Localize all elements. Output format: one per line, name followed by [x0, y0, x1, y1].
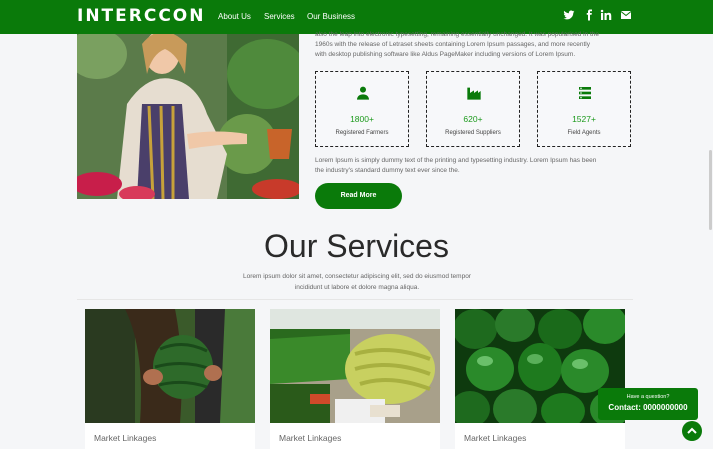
about-line: with desktop publishing software like Al…: [315, 51, 576, 58]
about-paragraph-top: also the leap into electronic typesettin…: [315, 30, 635, 60]
service-card-label: Market Linkages: [464, 433, 527, 443]
brand-logo[interactable]: INTERCCON: [77, 6, 205, 26]
nav-about-us[interactable]: About Us: [218, 12, 251, 21]
about-line: also the leap into electronic typesettin…: [315, 31, 600, 38]
stat-box-suppliers: 620+ Registered Suppliers: [426, 71, 520, 147]
twitter-icon[interactable]: [563, 9, 575, 21]
facebook-icon[interactable]: [583, 9, 595, 21]
scroll-to-top-button[interactable]: [682, 421, 702, 441]
list-icon: [579, 87, 591, 99]
contact-phone: Contact: 0000000000: [608, 403, 688, 412]
about-line: the industry's standard dummy text ever …: [315, 167, 460, 174]
service-card[interactable]: Market Linkages: [270, 309, 440, 449]
nav-services[interactable]: Services: [264, 12, 295, 21]
contact-widget[interactable]: Have a question? Contact: 0000000000: [598, 388, 698, 420]
stat-label: Registered Farmers: [335, 130, 389, 136]
stat-value: 1800+: [350, 114, 374, 124]
stat-value: 620+: [463, 114, 483, 124]
scrollbar[interactable]: [709, 150, 712, 230]
stat-label: Field Agents: [567, 130, 601, 136]
read-more-button[interactable]: Read More: [315, 183, 402, 209]
about-line: 1960s with the release of Letraset sheet…: [315, 41, 590, 48]
hero-image: [77, 34, 299, 199]
user-icon: [357, 86, 369, 100]
section-divider: [77, 299, 633, 300]
stat-box-farmers: 1800+ Registered Farmers: [315, 71, 409, 147]
services-title: Our Services: [264, 228, 449, 264]
stat-box-agents: 1527+ Field Agents: [537, 71, 631, 147]
top-navbar: INTERCCON About Us Services Our Business: [0, 0, 713, 34]
service-card-label: Market Linkages: [279, 433, 342, 443]
subtitle-line: Lorem ipsum dolor sit amet, consectetur …: [243, 273, 471, 280]
industry-icon: [467, 87, 481, 100]
contact-question: Have a question?: [626, 394, 670, 400]
subtitle-line: incididunt ut labore et dolore magna ali…: [294, 284, 420, 291]
about-line: Lorem Ipsum is simply dummy text of the …: [315, 157, 597, 164]
service-card-label: Market Linkages: [94, 433, 157, 443]
nav-our-business[interactable]: Our Business: [307, 12, 355, 21]
service-card[interactable]: Market Linkages: [455, 309, 625, 449]
stat-label: Registered Suppliers: [445, 130, 501, 136]
about-paragraph-bottom: Lorem Ipsum is simply dummy text of the …: [315, 156, 635, 176]
services-subtitle: Lorem ipsum dolor sit amet, consectetur …: [222, 271, 492, 293]
service-card[interactable]: Market Linkages: [85, 309, 255, 449]
service-image-watermelon: [85, 309, 255, 423]
email-icon[interactable]: [620, 9, 632, 21]
service-image-market: [270, 309, 440, 423]
stat-value: 1527+: [572, 114, 596, 124]
linkedin-icon[interactable]: [600, 9, 612, 21]
chevron-up-icon: [687, 427, 697, 434]
